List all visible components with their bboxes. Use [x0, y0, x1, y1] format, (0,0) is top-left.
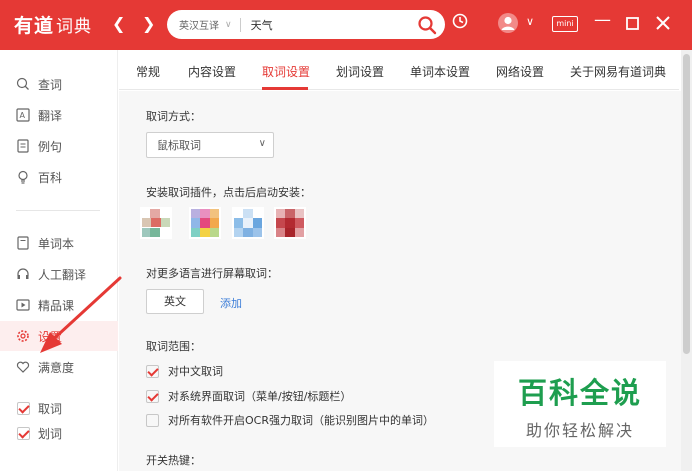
- watermark-subtitle: 助你轻松解决: [525, 421, 634, 440]
- plugin-icon[interactable]: [232, 207, 264, 239]
- forward-icon[interactable]: ❯: [142, 14, 155, 33]
- translate-icon: A: [16, 108, 30, 122]
- app-window: 有道 词典 ❮ ❯ 英汉互译 ∨ 天气 ∨ mini — 查词 A 翻译 例句 …: [0, 0, 692, 471]
- capture-mode-select[interactable]: 鼠标取词 ∨: [146, 132, 274, 158]
- sidebar-toggle-label: 划词: [38, 426, 63, 441]
- headset-icon: [17, 268, 29, 279]
- active-tab-indicator: [262, 87, 308, 90]
- sidebar-item-label: 精品课: [38, 298, 75, 313]
- minimize-icon[interactable]: —: [594, 10, 611, 30]
- history-icon[interactable]: [452, 13, 468, 29]
- system-ui-checkbox[interactable]: [146, 389, 159, 403]
- option-ocr[interactable]: 对所有软件开启OCR强力取词（能识别图片中的单词）: [146, 412, 434, 428]
- tab-network[interactable]: 网络设置: [496, 63, 544, 80]
- sidebar-item-label: 查词: [38, 77, 63, 92]
- tab-content[interactable]: 内容设置: [188, 63, 236, 80]
- sidebar-item-lookup[interactable]: 查词: [0, 69, 118, 99]
- plugin-icon[interactable]: [189, 207, 221, 239]
- settings-panel: 取词方式： 鼠标取词 ∨ 安装取词插件，点击后启动安装： 对更多语言进行屏幕取词…: [119, 91, 681, 471]
- scrollbar[interactable]: [681, 50, 692, 471]
- watermark: 百科全说 助你轻松解决: [494, 361, 666, 447]
- sidebar-item-label: 例句: [38, 139, 63, 154]
- hotkey-label: 开关热键：: [146, 454, 201, 467]
- svg-text:A: A: [20, 111, 26, 120]
- sidebar-item-label: 百科: [38, 170, 63, 185]
- sidebar-item-label: 满意度: [38, 360, 75, 375]
- sidebar-item-label: 设置: [38, 329, 63, 344]
- sidebar: 查词 A 翻译 例句 百科 单词本 人工翻译 精品课 设置 满意度 取词 划词: [0, 50, 118, 471]
- option-chinese[interactable]: 对中文取词: [146, 363, 223, 379]
- sidebar-item-courses[interactable]: 精品课: [0, 290, 118, 320]
- settings-tabs: 常规 内容设置 取词设置 划词设置 单词本设置 网络设置 关于网易有道词典: [119, 50, 679, 90]
- watermark-title: 百科全说: [517, 376, 642, 410]
- sidebar-item-encyclopedia[interactable]: 百科: [0, 162, 118, 192]
- tab-about[interactable]: 关于网易有道词典: [570, 63, 666, 80]
- back-icon[interactable]: ❮: [112, 14, 125, 33]
- capture-mode-label: 取词方式：: [146, 110, 201, 123]
- sidebar-item-settings[interactable]: 设置: [0, 321, 118, 351]
- search-input[interactable]: 天气: [251, 17, 445, 33]
- wordbook-icon: [17, 236, 29, 250]
- document-icon: [17, 139, 29, 153]
- search-box[interactable]: 英汉互译 ∨ 天气: [167, 10, 445, 39]
- sidebar-item-examples[interactable]: 例句: [0, 131, 118, 161]
- search-icon[interactable]: [417, 15, 437, 35]
- sidebar-item-label: 翻译: [38, 108, 63, 123]
- sidebar-item-label: 单词本: [38, 236, 75, 251]
- logo-main: 有道: [14, 15, 55, 37]
- sidebar-item-translate[interactable]: A 翻译: [0, 100, 118, 130]
- multi-language-label: 对更多语言进行屏幕取词：: [146, 267, 278, 280]
- plugin-icon[interactable]: [140, 207, 172, 239]
- option-system-ui[interactable]: 对系统界面取词（菜单/按钮/标题栏）: [146, 388, 351, 404]
- select-checkbox[interactable]: [16, 426, 30, 440]
- maximize-icon[interactable]: [626, 17, 639, 30]
- account-chevron-icon[interactable]: ∨: [526, 15, 534, 28]
- option-label: 对系统界面取词（菜单/按钮/标题栏）: [168, 390, 352, 403]
- ocr-checkbox[interactable]: [146, 413, 159, 427]
- title-bar: 有道 词典 ❮ ❯ 英汉互译 ∨ 天气 ∨ mini —: [0, 0, 692, 50]
- tab-general[interactable]: 常规: [136, 63, 160, 80]
- language-select[interactable]: 英汉互译 ∨: [179, 17, 232, 33]
- capture-mode-value: 鼠标取词: [157, 139, 201, 152]
- scrollbar-thumb[interactable]: [683, 54, 690, 354]
- sidebar-item-label: 人工翻译: [38, 267, 87, 282]
- search-icon: [16, 77, 29, 90]
- plugins-label: 安装取词插件，点击后启动安装：: [146, 186, 311, 199]
- english-button[interactable]: 英文: [146, 289, 204, 314]
- heart-icon: [16, 361, 30, 373]
- search-divider: [239, 17, 241, 32]
- option-label: 对所有软件开启OCR强力取词（能识别图片中的单词）: [168, 414, 434, 427]
- sidebar-toggle-select[interactable]: 划词: [0, 418, 118, 448]
- tab-capture[interactable]: 取词设置: [262, 63, 310, 80]
- chevron-down-icon: ∨: [258, 138, 266, 149]
- capture-checkbox[interactable]: [16, 401, 30, 415]
- mini-mode-button[interactable]: mini: [552, 16, 578, 32]
- tab-wordbook[interactable]: 单词本设置: [410, 63, 470, 80]
- scope-label: 取词范围：: [146, 340, 201, 353]
- sidebar-item-human-translation[interactable]: 人工翻译: [0, 259, 118, 289]
- bulb-icon: [18, 170, 28, 184]
- sidebar-item-satisfaction[interactable]: 满意度: [0, 352, 118, 382]
- gear-icon: [17, 330, 29, 342]
- add-language-link[interactable]: 添加: [220, 295, 242, 311]
- app-logo: 有道 词典: [14, 11, 92, 38]
- sidebar-divider: [16, 210, 100, 211]
- plugin-icon[interactable]: [274, 207, 306, 239]
- close-icon[interactable]: [656, 16, 670, 30]
- chinese-checkbox[interactable]: [146, 364, 159, 378]
- chevron-down-icon: ∨: [225, 19, 232, 30]
- logo-sub: 词典: [56, 17, 93, 37]
- play-icon: [16, 299, 30, 311]
- sidebar-item-wordbook[interactable]: 单词本: [0, 228, 118, 258]
- language-label: 英汉互译: [179, 21, 219, 32]
- tab-selection[interactable]: 划词设置: [336, 63, 384, 80]
- avatar-icon[interactable]: [497, 12, 519, 34]
- sidebar-toggle-label: 取词: [38, 401, 63, 416]
- option-label: 对中文取词: [168, 365, 223, 378]
